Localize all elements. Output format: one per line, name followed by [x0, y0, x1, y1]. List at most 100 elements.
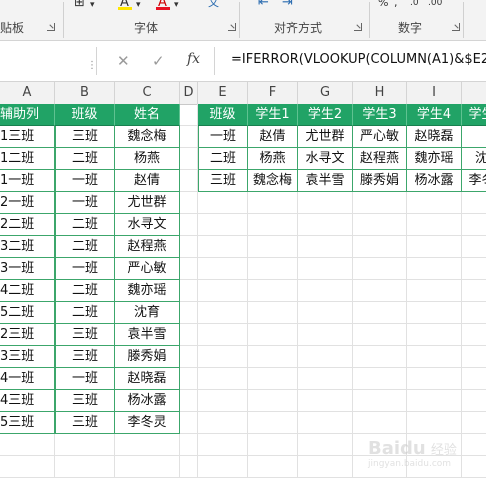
- empty-cell[interactable]: [298, 390, 353, 412]
- left-table-cell[interactable]: 三班: [55, 390, 115, 412]
- alignment-launcher-icon[interactable]: [354, 23, 362, 31]
- empty-cell[interactable]: [248, 368, 298, 390]
- empty-cell[interactable]: [248, 390, 298, 412]
- empty-cell[interactable]: [407, 412, 462, 434]
- empty-cell[interactable]: [0, 434, 55, 456]
- empty-cell[interactable]: [198, 280, 248, 302]
- empty-cell[interactable]: [55, 434, 115, 456]
- left-table-cell[interactable]: 4三班: [0, 390, 55, 412]
- left-table-cell[interactable]: 三班: [55, 126, 115, 148]
- left-table-cell[interactable]: 三班: [55, 324, 115, 346]
- right-table-cell[interactable]: [462, 126, 486, 148]
- empty-cell[interactable]: [198, 258, 248, 280]
- left-table-cell[interactable]: 1二班: [0, 148, 55, 170]
- left-table-cell[interactable]: 3三班: [0, 346, 55, 368]
- column-header-g[interactable]: G: [298, 82, 353, 104]
- right-table-cell[interactable]: 杨燕: [248, 148, 298, 170]
- left-table-header[interactable]: 辅助列: [0, 104, 55, 126]
- right-table-header[interactable]: 学生: [462, 104, 486, 126]
- empty-cell[interactable]: [298, 412, 353, 434]
- empty-cell[interactable]: [407, 346, 462, 368]
- right-table-cell[interactable]: 三班: [198, 170, 248, 192]
- left-table-cell[interactable]: 4一班: [0, 368, 55, 390]
- empty-cell[interactable]: [198, 192, 248, 214]
- column-header-b[interactable]: B: [55, 82, 115, 104]
- empty-cell[interactable]: [180, 368, 198, 390]
- empty-cell[interactable]: [462, 236, 486, 258]
- left-table-cell[interactable]: 三班: [55, 346, 115, 368]
- right-table-cell[interactable]: 滕秀娟: [353, 170, 407, 192]
- empty-cell[interactable]: [248, 214, 298, 236]
- empty-cell[interactable]: [248, 434, 298, 456]
- column-header-i[interactable]: I: [407, 82, 462, 104]
- left-table-cell[interactable]: 1一班: [0, 170, 55, 192]
- right-table-cell[interactable]: 杨冰露: [407, 170, 462, 192]
- empty-cell[interactable]: [198, 324, 248, 346]
- empty-cell[interactable]: [298, 434, 353, 456]
- empty-cell[interactable]: [248, 302, 298, 324]
- empty-cell[interactable]: [180, 302, 198, 324]
- empty-cell[interactable]: [298, 456, 353, 478]
- left-table-cell[interactable]: 二班: [55, 214, 115, 236]
- empty-cell[interactable]: [180, 236, 198, 258]
- column-header-c[interactable]: C: [115, 82, 180, 104]
- right-table-cell[interactable]: 沈: [462, 148, 486, 170]
- left-table-header[interactable]: 姓名: [115, 104, 180, 126]
- empty-cell[interactable]: [198, 412, 248, 434]
- empty-cell[interactable]: [353, 412, 407, 434]
- empty-cell[interactable]: [353, 280, 407, 302]
- right-table-cell[interactable]: 袁半雪: [298, 170, 353, 192]
- left-table-cell[interactable]: 2一班: [0, 192, 55, 214]
- empty-cell[interactable]: [353, 192, 407, 214]
- left-table-cell[interactable]: 滕秀娟: [115, 346, 180, 368]
- empty-cell[interactable]: [198, 434, 248, 456]
- left-table-cell[interactable]: 赵程燕: [115, 236, 180, 258]
- empty-cell[interactable]: [180, 104, 198, 126]
- increase-decimal-icon[interactable]: .0: [410, 0, 419, 10]
- left-table-cell[interactable]: 二班: [55, 236, 115, 258]
- right-table-cell[interactable]: 赵程燕: [353, 148, 407, 170]
- empty-cell[interactable]: [115, 456, 180, 478]
- empty-cell[interactable]: [462, 390, 486, 412]
- left-table-cell[interactable]: 3一班: [0, 258, 55, 280]
- empty-cell[interactable]: [353, 390, 407, 412]
- right-table-cell[interactable]: 一班: [198, 126, 248, 148]
- left-table-cell[interactable]: 杨冰露: [115, 390, 180, 412]
- column-header-overflow[interactable]: [462, 82, 486, 104]
- empty-cell[interactable]: [407, 324, 462, 346]
- left-table-cell[interactable]: 4二班: [0, 280, 55, 302]
- right-table-cell[interactable]: 赵倩: [248, 126, 298, 148]
- empty-cell[interactable]: [298, 192, 353, 214]
- empty-cell[interactable]: [115, 434, 180, 456]
- empty-cell[interactable]: [462, 280, 486, 302]
- empty-cell[interactable]: [248, 192, 298, 214]
- right-table-header[interactable]: 学生3: [353, 104, 407, 126]
- column-header-d[interactable]: D: [180, 82, 198, 104]
- empty-cell[interactable]: [353, 214, 407, 236]
- right-table-cell[interactable]: 严心敏: [353, 126, 407, 148]
- left-table-cell[interactable]: 5三班: [0, 412, 55, 434]
- left-table-cell[interactable]: 5二班: [0, 302, 55, 324]
- left-table-cell[interactable]: 尤世群: [115, 192, 180, 214]
- empty-cell[interactable]: [180, 412, 198, 434]
- empty-cell[interactable]: [180, 280, 198, 302]
- right-table-header[interactable]: 学生1: [248, 104, 298, 126]
- empty-cell[interactable]: [298, 214, 353, 236]
- more-icon[interactable]: ⋮: [87, 61, 97, 71]
- number-launcher-icon[interactable]: [452, 23, 460, 31]
- empty-cell[interactable]: [407, 368, 462, 390]
- left-table-cell[interactable]: 赵晓磊: [115, 368, 180, 390]
- empty-cell[interactable]: [198, 236, 248, 258]
- empty-cell[interactable]: [248, 324, 298, 346]
- empty-cell[interactable]: [180, 126, 198, 148]
- column-header-f[interactable]: F: [248, 82, 298, 104]
- empty-cell[interactable]: [407, 236, 462, 258]
- right-table-cell[interactable]: 赵晓磊: [407, 126, 462, 148]
- empty-cell[interactable]: [180, 170, 198, 192]
- left-table-cell[interactable]: 2二班: [0, 214, 55, 236]
- left-table-cell[interactable]: 赵倩: [115, 170, 180, 192]
- right-table-header[interactable]: 班级: [198, 104, 248, 126]
- left-table-cell[interactable]: 一班: [55, 170, 115, 192]
- empty-cell[interactable]: [407, 214, 462, 236]
- enter-icon[interactable]: ✓: [152, 52, 165, 70]
